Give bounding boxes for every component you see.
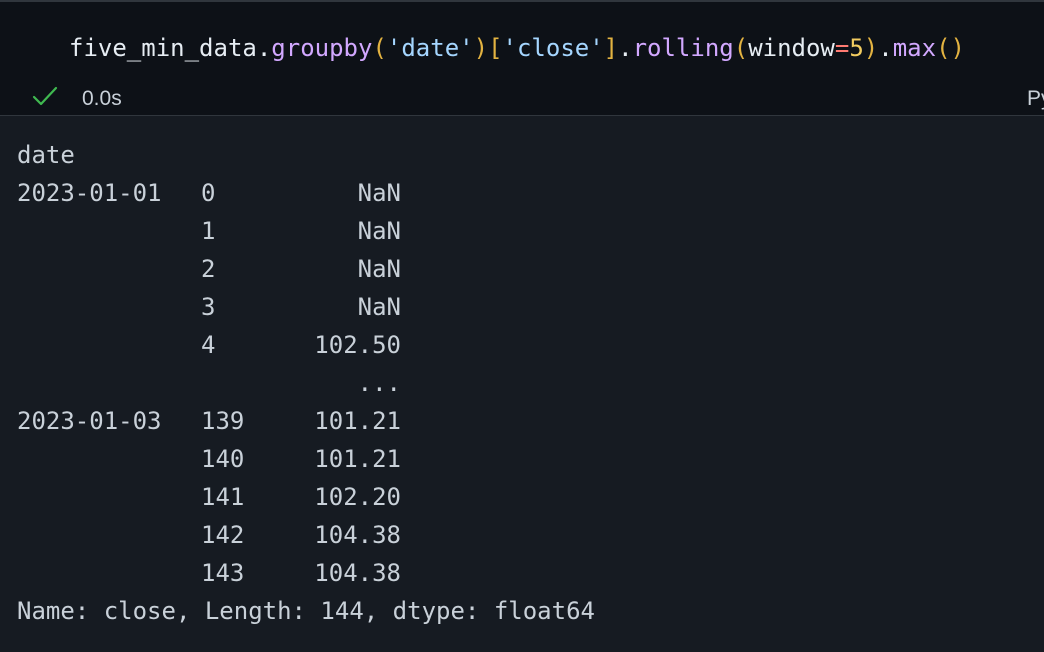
notebook-cell: five_min_data.groupby('date')['close'].r…	[0, 0, 1044, 652]
kernel-label[interactable]: Py	[1027, 86, 1044, 112]
code-function-groupby: groupby	[271, 34, 373, 62]
code-paren-close: )	[863, 34, 879, 62]
row-value: NaN	[357, 217, 401, 245]
code-operator-equals: =	[834, 34, 850, 62]
row-index: 142	[201, 521, 245, 549]
row-date: 2023-01-03	[17, 407, 162, 435]
cell-status-bar: 0.0s Py	[0, 82, 1044, 114]
code-call-parens: ()	[936, 34, 965, 62]
row-value: 101.21	[314, 407, 401, 435]
code-paren-close: )	[473, 34, 489, 62]
row-value: NaN	[357, 179, 401, 207]
code-paren-open: (	[372, 34, 387, 62]
row-index: 143	[201, 559, 245, 587]
row-value: ...	[357, 369, 401, 397]
row-value: 101.21	[314, 445, 401, 473]
row-index: 141	[201, 483, 245, 511]
row-index: 139	[201, 407, 245, 435]
row-value: NaN	[357, 293, 401, 321]
code-dot: .	[878, 34, 893, 62]
code-function-max: max	[892, 34, 937, 62]
code-bracket-open: [	[488, 34, 503, 62]
code-cell-input[interactable]: five_min_data.groupby('date')['close'].r…	[0, 0, 1044, 116]
code-function-rolling: rolling	[632, 34, 734, 62]
checkmark-icon	[32, 86, 58, 106]
code-string-date: 'date'	[386, 34, 474, 62]
row-value: 102.50	[314, 331, 401, 359]
output-index-name: date	[17, 141, 75, 169]
row-value: NaN	[357, 255, 401, 283]
row-value: 104.38	[314, 559, 401, 587]
row-index: 2	[201, 255, 216, 283]
row-index: 1	[201, 217, 216, 245]
code-paren-open: (	[733, 34, 749, 62]
row-value: 102.20	[314, 483, 401, 511]
row-date: 2023-01-01	[17, 179, 162, 207]
code-bracket-close: ]	[603, 34, 619, 62]
code-line[interactable]: five_min_data.groupby('date')['close'].r…	[69, 33, 965, 63]
row-index: 4	[201, 331, 216, 359]
row-index: 0	[201, 179, 216, 207]
row-value: 104.38	[314, 521, 401, 549]
row-index: 3	[201, 293, 216, 321]
code-keyword-window: window	[748, 34, 835, 62]
code-dot: .	[256, 34, 272, 62]
code-variable: five_min_data	[69, 34, 257, 62]
series-summary: Name: close, Length: 144, dtype: float64	[17, 597, 595, 625]
code-string-close: 'close'	[502, 34, 604, 62]
row-index: 140	[201, 445, 245, 473]
code-number: 5	[849, 34, 864, 62]
execution-time: 0.0s	[82, 87, 122, 110]
code-dot: .	[618, 34, 633, 62]
